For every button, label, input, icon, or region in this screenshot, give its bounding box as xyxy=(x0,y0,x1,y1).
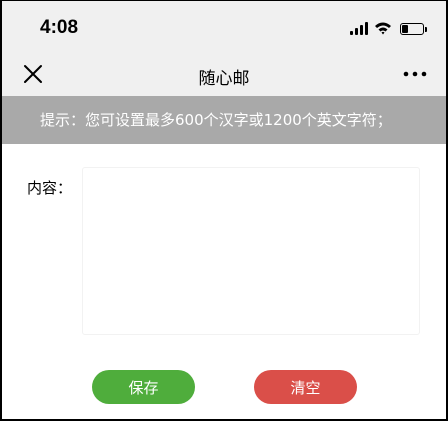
cellular-signal-icon xyxy=(350,22,368,35)
battery-icon xyxy=(400,23,427,35)
status-icons xyxy=(350,21,427,35)
tip-banner: 提示：您可设置最多600个汉字或1200个英文字符； xyxy=(2,96,446,144)
battery-level xyxy=(402,25,408,33)
wifi-icon xyxy=(375,22,391,35)
navigation-bar: 随心邮 xyxy=(2,53,446,96)
status-bar: 4:08 xyxy=(2,1,446,53)
clear-button[interactable]: 清空 xyxy=(254,370,357,404)
content-label: 内容： xyxy=(27,179,73,197)
app-screen: 4:08 随心邮 提示：您可设置最多600个汉字或1200个英文字符； 内容： … xyxy=(0,0,448,421)
content-textarea[interactable] xyxy=(82,167,420,335)
status-time: 4:08 xyxy=(40,17,79,38)
page-title: 随心邮 xyxy=(198,69,250,89)
more-icon[interactable] xyxy=(402,64,428,84)
save-button[interactable]: 保存 xyxy=(92,370,195,404)
